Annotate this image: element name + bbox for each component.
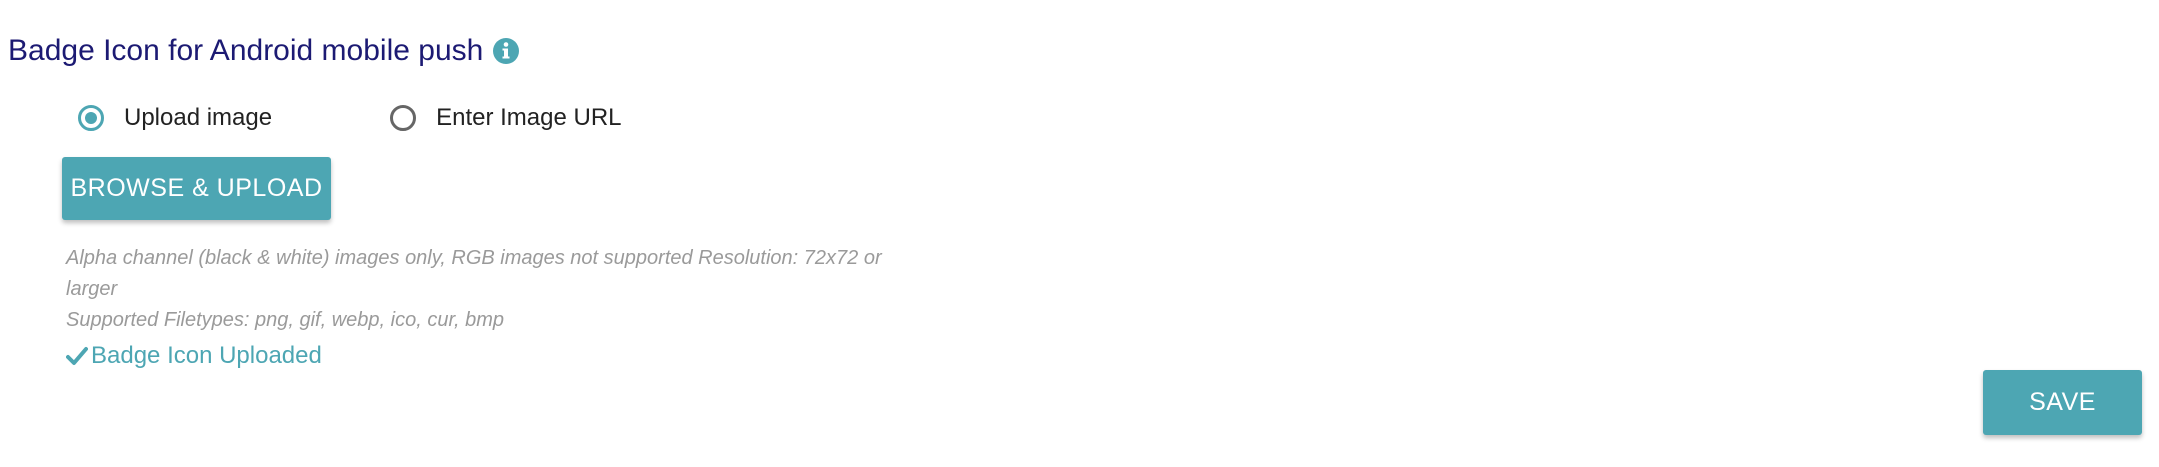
radio-enter-image-url-label: Enter Image URL xyxy=(436,104,622,131)
section-title-text: Badge Icon for Android mobile push xyxy=(8,34,484,67)
section-title: Badge Icon for Android mobile push xyxy=(8,34,521,68)
upload-hint-filetypes: Supported Filetypes: png, gif, webp, ico… xyxy=(66,309,505,331)
browse-upload-button[interactable]: BROWSE & UPLOAD xyxy=(62,157,331,220)
upload-status-text: Badge Icon Uploaded xyxy=(91,342,322,369)
upload-hint-requirements: Alpha channel (black & white) images onl… xyxy=(66,247,882,300)
radio-enter-image-url[interactable]: Enter Image URL xyxy=(390,104,622,132)
upload-hint: Alpha channel (black & white) images onl… xyxy=(66,243,886,336)
info-circle-icon[interactable] xyxy=(491,36,521,66)
image-source-radio-group: Upload image Enter Image URL xyxy=(78,104,622,132)
save-button[interactable]: SAVE xyxy=(1983,370,2142,435)
radio-upload-image[interactable]: Upload image xyxy=(78,104,272,132)
upload-status: Badge Icon Uploaded xyxy=(66,342,322,370)
radio-button-unchecked[interactable] xyxy=(390,105,417,131)
radio-button-checked[interactable] xyxy=(78,105,104,131)
radio-upload-image-label: Upload image xyxy=(124,104,273,131)
checkmark-icon xyxy=(66,345,88,367)
